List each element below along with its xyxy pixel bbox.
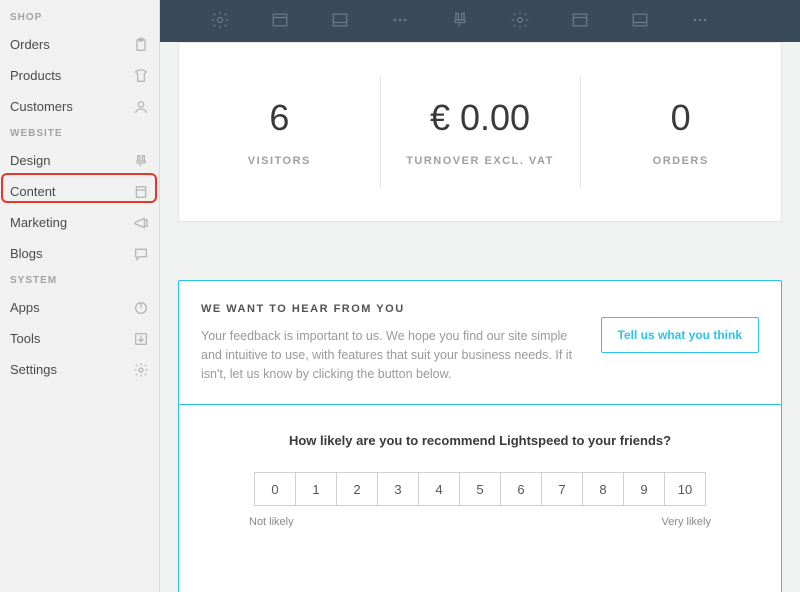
sidebar-item-content[interactable]: Content [0, 176, 159, 207]
user-icon [133, 99, 149, 115]
sidebar-item-customers[interactable]: Customers [0, 91, 159, 122]
brush-icon[interactable] [450, 10, 470, 30]
nps-option-0[interactable]: 0 [254, 472, 296, 506]
nps-option-6[interactable]: 6 [500, 472, 542, 506]
sidebar: SHOP Orders Products Customers WEBSITE D… [0, 0, 160, 592]
nps-option-1[interactable]: 1 [295, 472, 337, 506]
topbar [160, 0, 800, 42]
sidebar-item-products[interactable]: Products [0, 60, 159, 91]
stat-label: TURNOVER EXCL. VAT [406, 155, 554, 167]
stat-turnover: € 0.00 TURNOVER EXCL. VAT [380, 43, 581, 221]
main-content: 6 VISITORS € 0.00 TURNOVER EXCL. VAT 0 O… [160, 0, 800, 592]
section-header-system: SYSTEM [0, 269, 159, 292]
nps-option-4[interactable]: 4 [418, 472, 460, 506]
sidebar-item-orders[interactable]: Orders [0, 29, 159, 60]
section-header-shop: SHOP [0, 6, 159, 29]
layout-icon[interactable] [630, 10, 650, 30]
gear-icon[interactable] [210, 10, 230, 30]
nps-low-label: Not likely [249, 516, 294, 528]
nps-option-2[interactable]: 2 [336, 472, 378, 506]
nps-option-8[interactable]: 8 [582, 472, 624, 506]
feedback-title: WE WANT TO HEAR FROM YOU [201, 303, 581, 315]
feedback-text: Your feedback is important to us. We hop… [201, 327, 581, 383]
tshirt-icon [133, 68, 149, 84]
brush-icon [133, 153, 149, 169]
more-icon[interactable] [690, 10, 710, 30]
layout-icon[interactable] [330, 10, 350, 30]
clipboard-icon [133, 37, 149, 53]
sidebar-item-label: Settings [10, 362, 57, 377]
sidebar-item-settings[interactable]: Settings [0, 354, 159, 385]
sidebar-item-label: Customers [10, 99, 73, 114]
stat-value: 6 [269, 97, 289, 139]
export-icon [133, 331, 149, 347]
gear-icon[interactable] [510, 10, 530, 30]
sidebar-item-label: Content [10, 184, 56, 199]
more-icon[interactable] [390, 10, 410, 30]
sidebar-item-blogs[interactable]: Blogs [0, 238, 159, 269]
stat-orders: 0 ORDERS [580, 43, 781, 221]
nps-option-3[interactable]: 3 [377, 472, 419, 506]
sidebar-item-label: Design [10, 153, 50, 168]
power-icon [133, 300, 149, 316]
stat-label: ORDERS [653, 155, 709, 167]
nps-option-10[interactable]: 10 [664, 472, 706, 506]
nps-option-9[interactable]: 9 [623, 472, 665, 506]
nps-option-5[interactable]: 5 [459, 472, 501, 506]
megaphone-icon [133, 215, 149, 231]
section-header-website: WEBSITE [0, 122, 159, 145]
sidebar-item-label: Orders [10, 37, 50, 52]
page-icon [133, 184, 149, 200]
window-icon[interactable] [570, 10, 590, 30]
sidebar-item-label: Apps [10, 300, 40, 315]
chat-icon [133, 246, 149, 262]
stat-value: 0 [671, 97, 691, 139]
gear-icon [133, 362, 149, 378]
sidebar-item-label: Products [10, 68, 61, 83]
sidebar-item-design[interactable]: Design [0, 145, 159, 176]
window-icon[interactable] [270, 10, 290, 30]
stats-card: 6 VISITORS € 0.00 TURNOVER EXCL. VAT 0 O… [178, 42, 782, 222]
nps-question: How likely are you to recommend Lightspe… [207, 433, 753, 448]
topbar-icons [160, 0, 800, 40]
sidebar-item-label: Tools [10, 331, 40, 346]
sidebar-item-label: Blogs [10, 246, 43, 261]
sidebar-item-marketing[interactable]: Marketing [0, 207, 159, 238]
sidebar-item-apps[interactable]: Apps [0, 292, 159, 323]
nps-card: How likely are you to recommend Lightspe… [178, 404, 782, 592]
nps-high-label: Very likely [661, 516, 711, 528]
stat-label: VISITORS [248, 155, 311, 167]
stat-value: € 0.00 [430, 97, 530, 139]
stat-visitors: 6 VISITORS [179, 43, 380, 221]
feedback-card: WE WANT TO HEAR FROM YOU Your feedback i… [178, 280, 782, 406]
nps-scale: 0 1 2 3 4 5 6 7 8 9 10 [207, 472, 753, 506]
sidebar-item-label: Marketing [10, 215, 67, 230]
sidebar-item-tools[interactable]: Tools [0, 323, 159, 354]
nps-option-7[interactable]: 7 [541, 472, 583, 506]
feedback-button[interactable]: Tell us what you think [601, 317, 759, 353]
